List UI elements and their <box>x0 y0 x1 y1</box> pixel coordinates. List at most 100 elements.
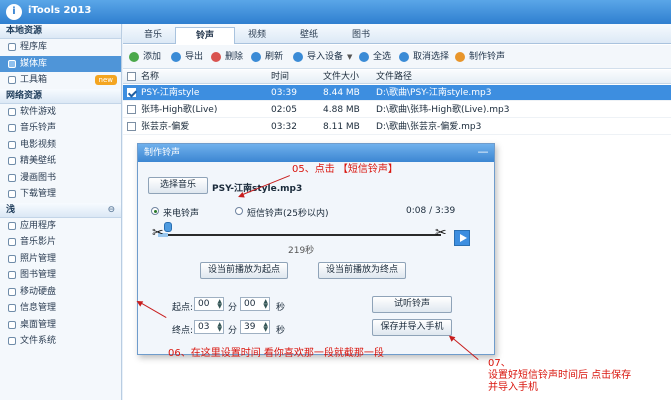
table-row[interactable]: 张芸京-偏爱 03:32 8.11 MB D:\歌曲\张芸京-偏爱.mp3 <box>123 119 671 135</box>
minute-unit: 分 <box>228 326 238 336</box>
app-title: iTools 2013 <box>28 5 92 16</box>
add-button[interactable]: 添加 <box>129 50 161 64</box>
sidebar-item-toolbox[interactable]: 工具箱 new <box>0 72 121 89</box>
sidebar-section-network[interactable]: 网络资源 <box>0 88 121 104</box>
select-all-icon <box>359 52 369 62</box>
trim-track[interactable] <box>158 234 441 236</box>
sidebar-item-message[interactable]: 信息管理 <box>0 300 121 317</box>
music-video-icon <box>8 238 16 246</box>
chevron-down-icon: ▼ <box>347 53 353 61</box>
row-checkbox[interactable] <box>127 105 136 114</box>
minute-unit: 分 <box>228 303 238 313</box>
new-badge: new <box>94 75 117 85</box>
tab-video[interactable]: 视频 <box>227 27 287 44</box>
end-minute-input[interactable]: 03 ▲ ▼ <box>194 320 224 334</box>
sidebar-item-apps[interactable]: 应用程序 <box>0 218 121 235</box>
import-device-button[interactable]: 导入设备 ▼ <box>293 50 352 64</box>
sidebar-item-disk[interactable]: 移动硬盘 <box>0 284 121 301</box>
media-library-icon <box>8 59 16 68</box>
time-display: 0:08 / 3:39 <box>406 206 456 216</box>
duration-label: 219秒 <box>288 246 315 256</box>
table-row[interactable]: 张玮-High歌(Live) 02:05 4.88 MB D:\歌曲\张玮-Hi… <box>123 102 671 118</box>
tab-music[interactable]: 音乐 <box>123 27 183 44</box>
row-checkbox[interactable] <box>127 88 136 97</box>
music-ringtone-icon <box>8 124 16 132</box>
preview-ringtone-button[interactable]: 试听铃声 <box>372 296 452 313</box>
tab-ringtone[interactable]: 铃声 <box>175 27 235 44</box>
minimize-icon[interactable]: — <box>476 146 490 159</box>
comics-icon <box>8 173 16 182</box>
col-name[interactable]: 名称 <box>141 70 159 84</box>
toolbar: 添加 导出 删除 刷新 导入设备 ▼ 全选 取消选择 制作铃声 <box>123 45 671 69</box>
start-minute-input[interactable]: 00 ▲ ▼ <box>194 297 224 311</box>
save-import-button[interactable]: 保存并导入手机 <box>372 319 452 336</box>
start-label: 起点: <box>172 303 194 313</box>
make-ringtone-button[interactable]: 制作铃声 <box>455 50 505 64</box>
sms-ringtone-radio[interactable] <box>235 207 243 215</box>
deselect-button[interactable]: 取消选择 <box>399 50 449 64</box>
spin-arrows-icon[interactable]: ▲ ▼ <box>217 322 222 333</box>
refresh-button[interactable]: 刷新 <box>251 50 283 64</box>
sidebar-item-book[interactable]: 图书管理 <box>0 267 121 284</box>
select-all-checkbox[interactable] <box>127 72 136 81</box>
filesystem-icon <box>8 337 16 345</box>
export-icon <box>171 52 181 62</box>
annotation-step7-text-2: 并导入手机 <box>488 382 538 393</box>
sidebar-item-download[interactable]: 下载管理 <box>0 186 121 203</box>
tab-books[interactable]: 图书 <box>331 27 391 44</box>
sidebar-item-photo[interactable]: 照片管理 <box>0 251 121 268</box>
toolbox-icon <box>8 76 16 84</box>
set-start-button[interactable]: 设当前播放为起点 <box>200 262 288 279</box>
wallpaper-icon <box>8 157 16 165</box>
col-time[interactable]: 时间 <box>271 70 289 84</box>
play-button[interactable] <box>454 230 470 246</box>
annotation-step6: 06、在这里设置时间 看你喜欢那一段就截那一段 <box>168 348 384 359</box>
spin-arrows-icon[interactable]: ▲ ▼ <box>263 322 268 333</box>
sidebar-section-device[interactable]: 浅 ⊖ <box>0 202 121 218</box>
spin-arrows-icon[interactable]: ▲ ▼ <box>217 299 222 310</box>
annotation-step5: 05、点击 【短信铃声】 <box>292 164 398 175</box>
sidebar-item-desktop[interactable]: 桌面管理 <box>0 317 121 334</box>
app-library-icon <box>8 43 16 51</box>
sms-ringtone-label[interactable]: 短信铃声(25秒以内) <box>247 206 328 219</box>
sidebar-item-media-library[interactable]: 媒体库 <box>0 55 121 72</box>
spin-arrows-icon[interactable]: ▲ ▼ <box>263 299 268 310</box>
start-scissor-icon[interactable]: ✂ <box>152 226 164 240</box>
delete-button[interactable]: 删除 <box>211 50 243 64</box>
sidebar-item-wallpaper[interactable]: 精美壁纸 <box>0 153 121 170</box>
end-scissor-icon[interactable]: ✂ <box>435 226 447 240</box>
table-row[interactable]: PSY-江南style 03:39 8.44 MB D:\歌曲\PSY-江南st… <box>123 85 671 101</box>
sidebar-item-music-video[interactable]: 音乐影片 <box>0 234 121 251</box>
playback-handle[interactable] <box>164 222 172 232</box>
refresh-icon <box>251 52 261 62</box>
collapse-icon[interactable]: ⊖ <box>107 203 115 218</box>
deselect-icon <box>399 52 409 62</box>
end-second-input[interactable]: 39 ▲ ▼ <box>240 320 270 334</box>
ringtone-icon <box>455 52 465 62</box>
choose-music-button[interactable]: 选择音乐 <box>148 177 208 194</box>
select-all-button[interactable]: 全选 <box>359 50 391 64</box>
table-header: 名称 时间 文件大小 文件路径 <box>123 70 671 84</box>
incoming-ringtone-label[interactable]: 来电铃声 <box>163 206 199 219</box>
desktop-icon <box>8 320 16 329</box>
col-size[interactable]: 文件大小 <box>323 70 359 84</box>
second-unit: 秒 <box>276 326 286 336</box>
start-second-input[interactable]: 00 ▲ ▼ <box>240 297 270 311</box>
tab-wallpaper[interactable]: 壁纸 <box>279 27 339 44</box>
row-checkbox[interactable] <box>127 122 136 131</box>
sidebar-item-app-library[interactable]: 程序库 <box>0 39 121 56</box>
sidebar-section-local[interactable]: 本地资源 <box>0 24 121 39</box>
col-path[interactable]: 文件路径 <box>376 70 412 84</box>
export-button[interactable]: 导出 <box>171 50 203 64</box>
incoming-ringtone-radio[interactable] <box>151 207 159 215</box>
apps-icon <box>8 221 16 230</box>
title-bar: i iTools 2013 <box>0 0 671 24</box>
set-end-button[interactable]: 设当前播放为终点 <box>318 262 406 279</box>
sidebar-item-music-ringtone[interactable]: 音乐铃声 <box>0 120 121 137</box>
sidebar-item-filesystem[interactable]: 文件系统 <box>0 333 121 350</box>
download-icon <box>8 190 16 198</box>
video-icon <box>8 140 16 149</box>
sidebar-item-comics[interactable]: 漫画图书 <box>0 170 121 187</box>
sidebar-item-video[interactable]: 电影视频 <box>0 137 121 154</box>
sidebar-item-games[interactable]: 软件游戏 <box>0 104 121 121</box>
